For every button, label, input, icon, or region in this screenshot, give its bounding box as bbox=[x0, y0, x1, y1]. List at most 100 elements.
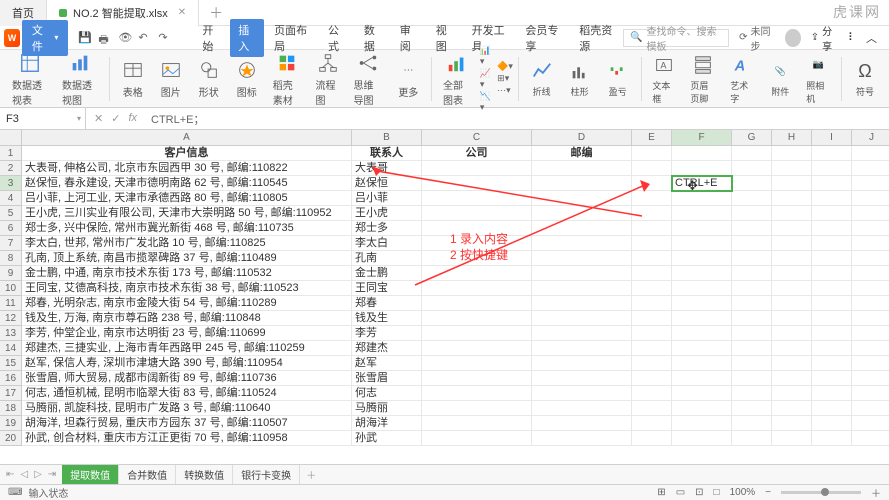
cell[interactable] bbox=[672, 341, 732, 356]
formula-input[interactable]: CTRL+E； bbox=[145, 111, 889, 127]
cell[interactable]: 何志, 通恒机械, 昆明市临翠大街 83 号, 邮编:110524 bbox=[22, 386, 352, 401]
rib-flow[interactable]: 流程图 bbox=[310, 49, 346, 109]
cell[interactable] bbox=[812, 386, 852, 401]
close-icon[interactable]: ✕ bbox=[178, 7, 186, 18]
cell[interactable] bbox=[772, 311, 812, 326]
cell[interactable] bbox=[852, 281, 889, 296]
select-all-corner[interactable] bbox=[0, 130, 22, 146]
cell[interactable] bbox=[532, 401, 632, 416]
cell[interactable] bbox=[732, 296, 772, 311]
cell[interactable] bbox=[812, 311, 852, 326]
cell[interactable] bbox=[732, 206, 772, 221]
row-header-6[interactable]: 6 bbox=[0, 221, 22, 236]
cell[interactable] bbox=[672, 251, 732, 266]
cell[interactable] bbox=[532, 191, 632, 206]
row-header-16[interactable]: 16 bbox=[0, 371, 22, 386]
cell[interactable] bbox=[852, 416, 889, 431]
cell[interactable]: 王小虎 bbox=[352, 206, 422, 221]
chart-preset-4[interactable]: 🔶▾ bbox=[497, 61, 513, 72]
preview-icon[interactable]: 👁 bbox=[118, 31, 132, 45]
rib-col[interactable]: 柱形 bbox=[562, 57, 598, 100]
cell[interactable] bbox=[772, 176, 812, 191]
cell[interactable] bbox=[632, 161, 672, 176]
cell[interactable] bbox=[732, 236, 772, 251]
accept-fx-icon[interactable]: ✓ bbox=[111, 112, 120, 125]
cell[interactable] bbox=[422, 191, 532, 206]
cell[interactable] bbox=[672, 371, 732, 386]
cell[interactable] bbox=[732, 431, 772, 446]
cell[interactable] bbox=[812, 236, 852, 251]
cell[interactable] bbox=[732, 341, 772, 356]
cell[interactable]: 吕小菲, 上河工业, 天津市承德西路 80 号, 邮编:110805 bbox=[22, 191, 352, 206]
cell[interactable] bbox=[632, 251, 672, 266]
cell[interactable]: 孙武, 创合材料, 重庆市方江正更街 70 号, 邮编:110958 bbox=[22, 431, 352, 446]
cell[interactable]: 胡海洋 bbox=[352, 416, 422, 431]
cell[interactable] bbox=[422, 341, 532, 356]
cell[interactable] bbox=[852, 161, 889, 176]
cell[interactable] bbox=[772, 296, 812, 311]
sheet-tab-3[interactable]: 转换数值 bbox=[176, 465, 233, 484]
cell[interactable]: 郑士多 bbox=[352, 221, 422, 236]
cell[interactable] bbox=[532, 221, 632, 236]
col-header-C[interactable]: C bbox=[422, 130, 532, 146]
cell[interactable]: 李芳 bbox=[352, 326, 422, 341]
cell[interactable]: 赵保恒 bbox=[352, 176, 422, 191]
rib-pic[interactable]: 图片 bbox=[153, 56, 189, 101]
cell[interactable] bbox=[532, 266, 632, 281]
header-cell[interactable]: 邮编 bbox=[532, 146, 632, 161]
cell[interactable] bbox=[532, 416, 632, 431]
cell[interactable] bbox=[852, 356, 889, 371]
cell[interactable] bbox=[852, 251, 889, 266]
cell[interactable] bbox=[772, 161, 812, 176]
cell[interactable] bbox=[632, 356, 672, 371]
row-header-9[interactable]: 9 bbox=[0, 266, 22, 281]
chevron-up-icon[interactable]: ︿ bbox=[866, 30, 877, 46]
row-header-5[interactable]: 5 bbox=[0, 206, 22, 221]
cell[interactable]: 李太白 bbox=[352, 236, 422, 251]
cell[interactable] bbox=[772, 416, 812, 431]
cell[interactable] bbox=[812, 296, 852, 311]
rib-shape[interactable]: 形状 bbox=[191, 56, 227, 101]
cell[interactable]: 钱及生 bbox=[352, 311, 422, 326]
cell[interactable] bbox=[672, 206, 732, 221]
rib-iconbtn[interactable]: 图标 bbox=[229, 56, 265, 101]
cell[interactable] bbox=[812, 266, 852, 281]
cell[interactable] bbox=[812, 161, 852, 176]
cell[interactable] bbox=[632, 281, 672, 296]
cell[interactable] bbox=[672, 416, 732, 431]
cell[interactable] bbox=[732, 266, 772, 281]
cell[interactable] bbox=[852, 311, 889, 326]
cell[interactable] bbox=[852, 176, 889, 191]
cell[interactable] bbox=[772, 341, 812, 356]
cell[interactable] bbox=[812, 416, 852, 431]
cell[interactable] bbox=[422, 386, 532, 401]
name-box[interactable]: F3 bbox=[0, 108, 86, 129]
cell[interactable] bbox=[632, 431, 672, 446]
zoom-slider[interactable] bbox=[781, 491, 861, 494]
cell[interactable] bbox=[772, 431, 812, 446]
cell[interactable] bbox=[672, 161, 732, 176]
cell[interactable] bbox=[532, 206, 632, 221]
cell[interactable]: 王同宝 bbox=[352, 281, 422, 296]
cell[interactable] bbox=[732, 281, 772, 296]
cell[interactable] bbox=[772, 236, 812, 251]
row-header-19[interactable]: 19 bbox=[0, 416, 22, 431]
cell[interactable]: 郑春 bbox=[352, 296, 422, 311]
sync-status[interactable]: ⟳未同步 bbox=[739, 23, 775, 53]
share-button[interactable]: ⇪分享 bbox=[811, 23, 838, 53]
cell[interactable] bbox=[812, 281, 852, 296]
avatar[interactable] bbox=[785, 29, 801, 47]
cell[interactable]: 大表哥, 伸格公司, 北京市东园西甲 30 号, 邮编:110822 bbox=[22, 161, 352, 176]
cell[interactable]: 吕小菲 bbox=[352, 191, 422, 206]
cell[interactable] bbox=[852, 386, 889, 401]
cell[interactable] bbox=[672, 296, 732, 311]
cell[interactable]: 马腾丽 bbox=[352, 401, 422, 416]
rib-winloss[interactable]: 盈亏 bbox=[600, 57, 636, 100]
col-header-J[interactable]: J bbox=[852, 130, 889, 146]
cell[interactable] bbox=[732, 221, 772, 236]
chart-preset-6[interactable]: ⋯▾ bbox=[497, 85, 513, 96]
tab-review[interactable]: 审阅 bbox=[392, 19, 426, 57]
cell[interactable] bbox=[672, 356, 732, 371]
cell[interactable] bbox=[732, 371, 772, 386]
cell[interactable] bbox=[672, 281, 732, 296]
